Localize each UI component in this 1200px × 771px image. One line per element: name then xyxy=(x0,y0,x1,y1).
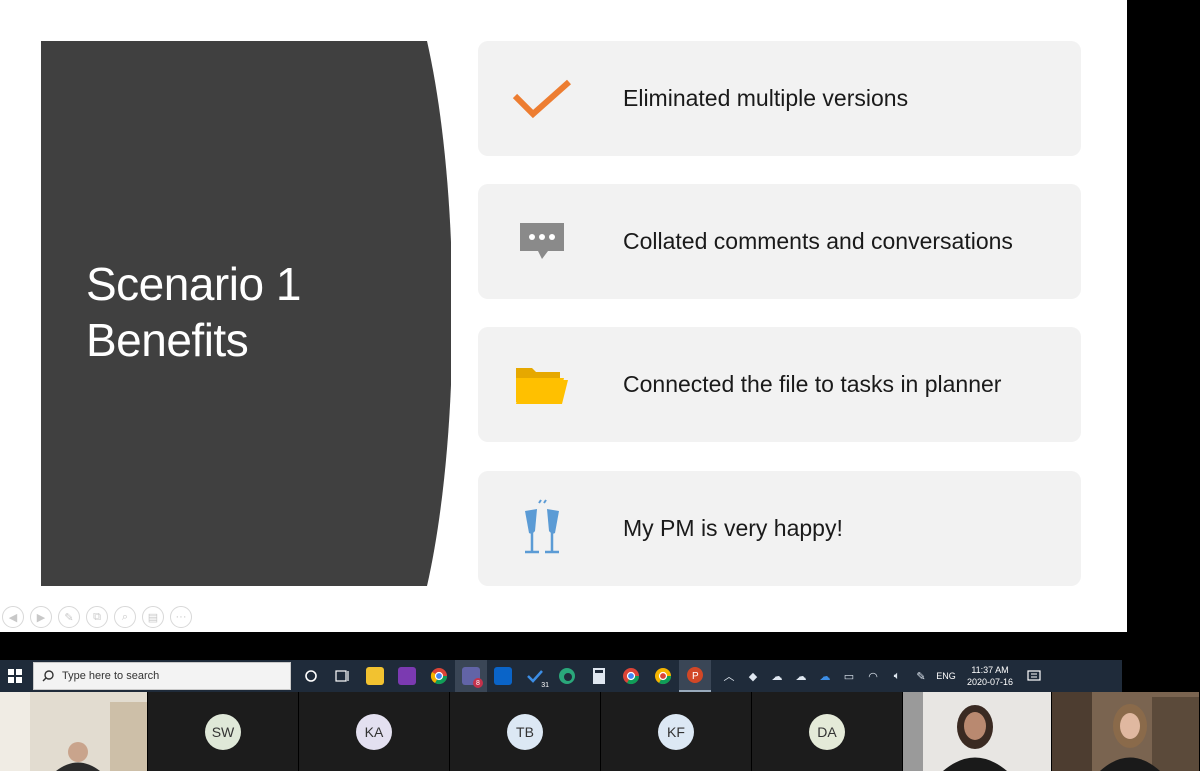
participant-video-2[interactable] xyxy=(903,692,1052,771)
calculator-icon[interactable] xyxy=(583,660,615,692)
participant-video-2-feed xyxy=(903,692,1051,771)
chrome-profile-2-icon[interactable] xyxy=(647,660,679,692)
participant-video-3[interactable] xyxy=(1052,692,1200,771)
teams-badge: 8 xyxy=(473,678,483,688)
chrome-profile-icon[interactable] xyxy=(615,660,647,692)
benefit-card-4: My PM is very happy! xyxy=(478,471,1081,586)
clock-date: 2020-07-16 xyxy=(966,677,1014,687)
screen: Scenario 1 Benefits Eliminated multiple … xyxy=(0,0,1200,771)
chat-bubble-icon xyxy=(506,212,578,272)
more-options-button[interactable]: ··· xyxy=(170,606,192,628)
participant-avatar-sw: SW xyxy=(205,713,241,750)
taskbar-right-gap xyxy=(1122,660,1200,692)
powerpoint-icon[interactable]: P xyxy=(679,660,711,692)
slide-title-line2: Benefits xyxy=(86,314,249,366)
pen-tool-button[interactable]: ✎ xyxy=(58,606,80,628)
task-view-icon[interactable] xyxy=(327,660,359,692)
todo-icon[interactable]: 31 xyxy=(519,660,551,692)
show-hidden-icons-icon[interactable]: ︿ xyxy=(717,660,741,692)
benefit-card-2: Collated comments and conversations xyxy=(478,184,1081,299)
volume-icon[interactable]: 🔈︎ xyxy=(885,660,909,692)
search-icon xyxy=(42,670,54,682)
presentation-slide: Scenario 1 Benefits Eliminated multiple … xyxy=(0,0,1127,632)
participant-video-1-feed xyxy=(0,692,147,771)
wifi-icon[interactable]: ◠ xyxy=(861,660,885,692)
folder-icon xyxy=(506,355,578,415)
benefit-card-1: Eliminated multiple versions xyxy=(478,41,1081,156)
participant-tile-ka[interactable]: KA xyxy=(299,692,450,771)
participant-tile-da[interactable]: DA xyxy=(752,692,903,771)
onedrive-icon[interactable]: ☁ xyxy=(765,660,789,692)
benefit-text-4: My PM is very happy! xyxy=(623,515,843,541)
notification-icon[interactable] xyxy=(1021,660,1047,692)
right-black-margin xyxy=(1127,0,1200,660)
file-explorer-icon[interactable] xyxy=(359,660,391,692)
battery-icon[interactable]: ▭ xyxy=(837,660,861,692)
participant-tile-kf[interactable]: KF xyxy=(601,692,752,771)
chrome-icon[interactable] xyxy=(423,660,455,692)
system-tray: ︿ ◆ ☁ ☁ ☁ ▭ ◠ 🔈︎ ✎ ENG 11:37 AM 2020-07-… xyxy=(717,660,1047,692)
windows-logo-icon xyxy=(8,669,22,683)
dropbox-icon[interactable]: ◆ xyxy=(741,660,765,692)
onedrive-personal-icon[interactable]: ☁ xyxy=(789,660,813,692)
black-strip xyxy=(0,632,1200,660)
participant-avatar-tb: TB xyxy=(507,713,543,750)
champagne-toast-icon xyxy=(506,499,578,559)
taskbar-search[interactable]: Type here to search xyxy=(33,662,291,690)
previous-slide-button[interactable]: ◀ xyxy=(2,606,24,628)
slide-title-line1: Scenario 1 xyxy=(86,258,301,310)
onenote-icon[interactable] xyxy=(391,660,423,692)
cortana-icon[interactable] xyxy=(295,660,327,692)
benefit-text-1: Eliminated multiple versions xyxy=(623,85,909,111)
participant-avatar-da: DA xyxy=(809,713,845,750)
participant-strip: SW KA TB KF DA xyxy=(0,692,1200,771)
edge-icon[interactable] xyxy=(551,660,583,692)
outlook-badge: 31 xyxy=(541,682,549,689)
svg-text:P: P xyxy=(692,671,699,682)
participant-avatar-ka: KA xyxy=(356,713,392,750)
benefit-text-3: Connected the file to tasks in planner xyxy=(623,371,1002,397)
clock[interactable]: 11:37 AM 2020-07-16 xyxy=(959,664,1021,688)
participant-tile-tb[interactable]: TB xyxy=(450,692,601,771)
participant-tile-sw[interactable]: SW xyxy=(148,692,299,771)
checkmark-icon xyxy=(506,69,578,129)
next-slide-button[interactable]: ▶ xyxy=(30,606,52,628)
teams-icon[interactable]: 8 xyxy=(455,660,487,692)
windows-taskbar: Type here to search 8 31 P ︿ ◆ ☁ ☁ ☁ ▭ ◠… xyxy=(0,660,1127,692)
benefit-text-2: Collated comments and conversations xyxy=(623,228,1013,254)
benefit-card-3: Connected the file to tasks in planner xyxy=(478,327,1081,442)
search-placeholder: Type here to search xyxy=(62,670,160,682)
slide-sorter-button[interactable]: ⧉ xyxy=(86,606,108,628)
start-button[interactable] xyxy=(0,660,30,692)
clock-time: 11:37 AM xyxy=(971,665,1009,675)
slide-controls: ◀ ▶ ✎ ⧉ ⌕ ▤ ··· xyxy=(2,606,192,630)
outlook-icon[interactable] xyxy=(487,660,519,692)
slide-title: Scenario 1 Benefits xyxy=(86,256,301,368)
participant-video-3-feed xyxy=(1052,692,1199,771)
language-indicator[interactable]: ENG xyxy=(933,671,959,681)
pen-icon[interactable]: ✎ xyxy=(909,660,933,692)
subtitles-button[interactable]: ▤ xyxy=(142,606,164,628)
participant-avatar-kf: KF xyxy=(658,713,694,750)
zoom-button[interactable]: ⌕ xyxy=(114,606,136,628)
participant-video-1[interactable] xyxy=(0,692,148,771)
onedrive-business-icon[interactable]: ☁ xyxy=(813,660,837,692)
